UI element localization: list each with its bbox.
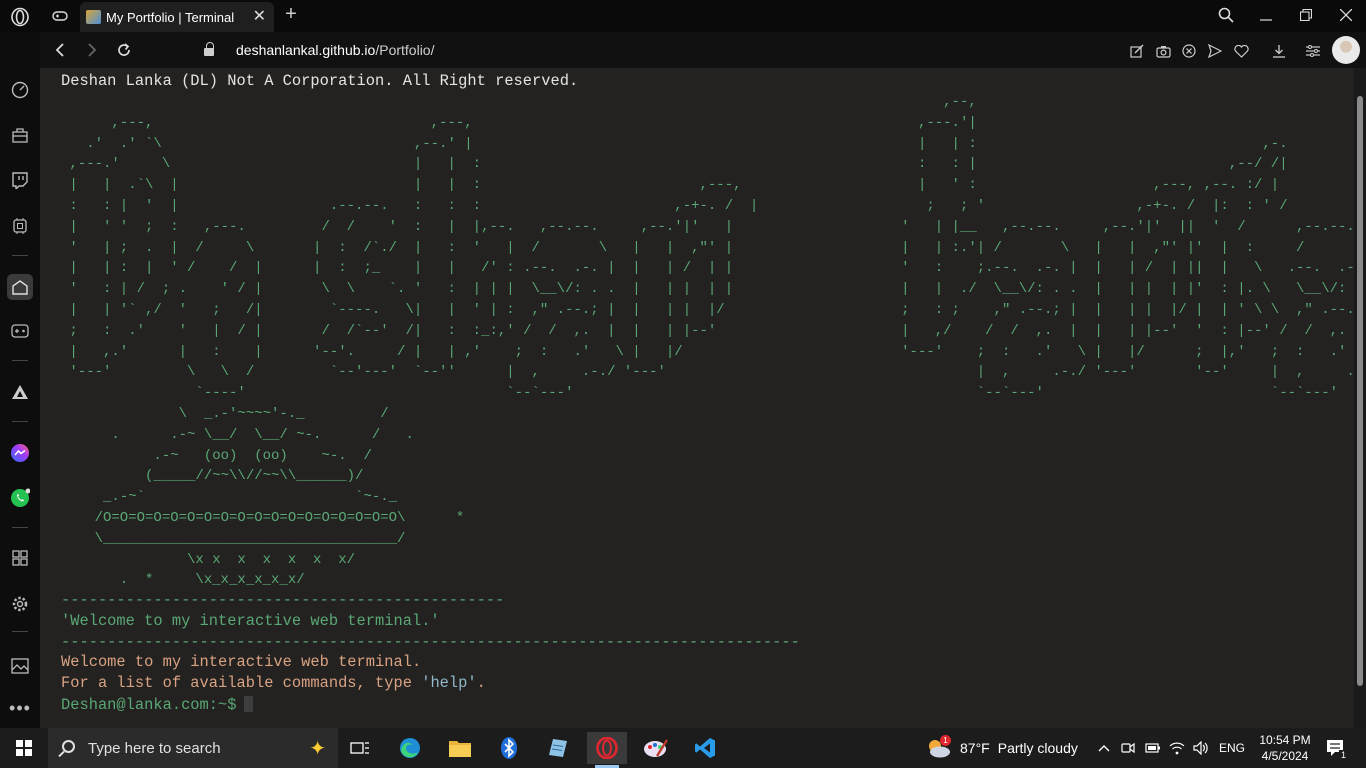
twitch-icon[interactable]: [8, 168, 32, 192]
taskbar-search[interactable]: Type here to search ✦: [48, 728, 338, 768]
ascii-art-banner: ,--, ,---, ,---, ,---.'| .' .' `\ ,--.' …: [69, 94, 1354, 589]
notes-app-icon[interactable]: [538, 732, 578, 764]
separator-short: ----------------------------------------…: [61, 591, 505, 609]
file-explorer-icon[interactable]: [440, 732, 480, 764]
browser-toolbar: deshanlankal.github.io/Portfolio/: [40, 32, 1366, 68]
gallery-icon[interactable]: [8, 654, 32, 678]
forward-button[interactable]: [82, 40, 102, 60]
edit-icon[interactable]: [1128, 42, 1146, 60]
welcome-quote: 'Welcome to my interactive web terminal.…: [61, 612, 440, 630]
language-indicator[interactable]: ENG: [1219, 728, 1245, 768]
clock-date: 4/5/2024: [1261, 749, 1309, 763]
volume-icon[interactable]: [1192, 740, 1210, 756]
shopping-icon[interactable]: [8, 123, 32, 147]
aria-icon[interactable]: [8, 380, 32, 404]
welcome-message: Welcome to my interactive web terminal.: [61, 653, 422, 671]
download-icon[interactable]: [1270, 42, 1288, 60]
workspaces-icon[interactable]: [7, 274, 33, 300]
player-icon[interactable]: [8, 319, 32, 343]
wifi-icon[interactable]: [1168, 740, 1186, 756]
chevron-up-icon[interactable]: [1096, 740, 1112, 756]
terminal-screen[interactable]: Deshan Lanka (DL) Not A Corporation. All…: [40, 68, 1354, 728]
weather-temp: 87°F: [960, 740, 990, 756]
copyright-line: Deshan Lanka (DL) Not A Corporation. All…: [61, 72, 579, 90]
bluetooth-icon[interactable]: [489, 732, 529, 764]
reload-button[interactable]: [114, 40, 134, 60]
prompt-text: Deshan@lanka.com:~$: [61, 696, 237, 714]
extensions-icon[interactable]: [8, 546, 32, 570]
search-icon: [62, 740, 75, 753]
clock-time: 10:54 PM: [1259, 733, 1311, 747]
tab-title: My Portfolio | Terminal: [106, 9, 235, 25]
notification-count: 1: [1338, 750, 1348, 760]
address-bar[interactable]: deshanlankal.github.io/Portfolio/: [204, 32, 434, 68]
help-command: 'help': [421, 674, 477, 692]
browser-tab[interactable]: My Portfolio | Terminal ✕: [80, 2, 274, 32]
battery-icon[interactable]: [1144, 740, 1162, 756]
sidebar-divider: [12, 421, 28, 422]
vscode-icon[interactable]: [685, 732, 725, 764]
browser-tab-bar: My Portfolio | Terminal ✕ +: [0, 0, 1366, 32]
system-clock[interactable]: 10:54 PM 4/5/2024: [1252, 732, 1318, 764]
chatgpt-icon[interactable]: [8, 214, 32, 238]
scrollbar-thumb[interactable]: [1357, 96, 1363, 686]
text-cursor[interactable]: [244, 696, 254, 712]
send-icon[interactable]: [1206, 42, 1224, 60]
edge-browser-icon[interactable]: [390, 732, 430, 764]
weather-widget[interactable]: 1 87°F Partly cloudy: [926, 728, 1078, 768]
sidebar-divider: [12, 360, 28, 361]
help-hint-line: For a list of available commands, type '…: [61, 673, 486, 693]
close-tab-button[interactable]: ✕: [253, 9, 266, 25]
ad-block-icon[interactable]: [1180, 42, 1198, 60]
browser-sidebar: •••: [0, 32, 40, 728]
sparkle-icon: ✦: [309, 738, 326, 760]
restore-icon[interactable]: [1294, 4, 1318, 26]
profile-avatar[interactable]: [1332, 36, 1360, 64]
url-path: /Portfolio/: [375, 42, 435, 58]
lock-icon: [204, 42, 214, 56]
task-view-icon[interactable]: [340, 732, 380, 764]
close-window-icon[interactable]: [1334, 4, 1358, 26]
sidebar-divider: [12, 255, 28, 256]
notification-center-icon[interactable]: 1: [1324, 738, 1348, 760]
help-hint-suffix: .: [476, 674, 486, 692]
start-button[interactable]: [16, 740, 32, 756]
opera-browser-icon[interactable]: [587, 732, 627, 768]
search-tabs-icon[interactable]: [1214, 4, 1238, 26]
command-prompt[interactable]: Deshan@lanka.com:~$: [61, 695, 254, 715]
heart-icon[interactable]: [1232, 42, 1250, 60]
new-tab-button[interactable]: +: [280, 2, 302, 26]
weather-cloud-icon: 1: [926, 735, 952, 759]
weather-description: Partly cloudy: [997, 740, 1078, 756]
windows-taskbar: Type here to search ✦ 1 87°F Partly clou…: [0, 728, 1366, 768]
more-options-icon[interactable]: •••: [8, 696, 32, 720]
sidebar-divider: [12, 527, 28, 528]
separator-long: ----------------------------------------…: [61, 633, 800, 651]
help-hint-prefix: For a list of available commands, type: [61, 674, 422, 692]
camera-snapshot-icon[interactable]: [1154, 42, 1172, 60]
search-placeholder: Type here to search: [88, 739, 221, 757]
paint-app-icon[interactable]: [636, 732, 676, 764]
speed-dial-icon[interactable]: [8, 78, 32, 102]
easy-setup-icon[interactable]: [1304, 42, 1322, 60]
meet-now-icon[interactable]: [1120, 740, 1136, 756]
messenger-icon[interactable]: [8, 441, 32, 465]
site-favicon-icon: [86, 10, 101, 24]
minimize-icon[interactable]: [1254, 4, 1278, 26]
opera-menu-icon[interactable]: [8, 6, 32, 28]
back-button[interactable]: [50, 40, 70, 60]
weather-alert-badge: 1: [940, 735, 951, 746]
url-host: deshanlankal.github.io: [236, 42, 376, 58]
gamepad-icon[interactable]: [48, 6, 72, 26]
whatsapp-icon[interactable]: [8, 486, 32, 510]
sidebar-divider: [12, 631, 28, 632]
settings-gear-icon[interactable]: [8, 592, 32, 616]
terminal-scrollbar[interactable]: [1354, 68, 1366, 728]
